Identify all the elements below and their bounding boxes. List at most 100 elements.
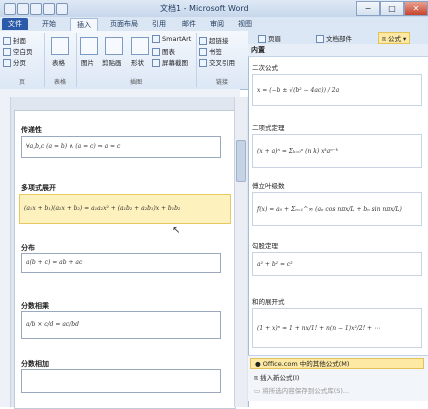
gallery-item-title-binomial: 二项式定理 <box>252 124 285 132</box>
cross-reference-button[interactable]: 交叉引用 <box>199 57 235 67</box>
blank-page-icon <box>3 48 11 56</box>
header-icon <box>258 35 266 43</box>
gallery-item-expansion[interactable]: (1 + x)ⁿ = 1 + nx/1! + n(n − 1)x²/2! + ⋯ <box>252 308 422 348</box>
hyperlink-button[interactable]: 超链接 <box>199 35 229 45</box>
page-break-button[interactable]: 分页 <box>3 57 26 67</box>
save-to-gallery-label: 将所选内容保存到公式库(S)... <box>262 387 350 395</box>
equation-transitivity[interactable]: ∀a,b,c (a = b) ∧ (a = c) ⇒ a = c <box>21 136 221 158</box>
title-bar: 文档1 - Microsoft Word − □ ✕ <box>0 0 428 18</box>
equation-label: 公式 <box>387 35 401 43</box>
word-app-icon[interactable] <box>4 3 16 15</box>
tab-mailings[interactable]: 邮件 <box>176 18 202 30</box>
equation-fraction-add[interactable] <box>21 369 221 393</box>
close-button[interactable]: ✕ <box>404 1 428 16</box>
gallery-item-title-expansion: 和的展开式 <box>252 298 285 306</box>
equation-polynomial[interactable]: (a₁x + b₁)(a₂x + b₂) = a₁a₂x² + (a₁b₂ + … <box>19 194 231 224</box>
shapes-label[interactable]: 形状 <box>131 57 144 67</box>
smartart-icon <box>152 35 160 43</box>
page-break-icon <box>3 59 11 67</box>
equation-distributive[interactable]: a(b + c) = ab + ac <box>21 253 221 273</box>
ribbon-right-strip: 页眉 文档部件 π 公式 ▾ <box>248 31 428 45</box>
equation-button[interactable]: π 公式 ▾ <box>378 32 411 44</box>
save-gallery-icon: ▭ <box>254 387 263 395</box>
insert-new-equation-item[interactable]: π 插入新公式(I) <box>254 372 299 382</box>
tab-insert[interactable]: 插入 <box>70 18 98 31</box>
tab-page-layout[interactable]: 页面布局 <box>104 18 144 30</box>
ribbon-tabs: 文件 开始 插入 页面布局 引用 邮件 审阅 视图 <box>0 17 428 32</box>
tab-references[interactable]: 引用 <box>146 18 172 30</box>
hyperlink-label: 超链接 <box>209 37 229 45</box>
tab-view[interactable]: 视图 <box>232 18 258 30</box>
chart-button[interactable]: 图表 <box>152 46 175 56</box>
gallery-header: 内置 <box>248 44 428 57</box>
table-icon[interactable] <box>51 37 69 55</box>
blank-page-button[interactable]: 空白页 <box>3 46 33 56</box>
table-button-label[interactable]: 表格 <box>52 57 65 67</box>
screenshot-icon <box>152 59 160 67</box>
section-title-transitivity: 传递性 <box>21 126 42 134</box>
minimize-button[interactable]: − <box>356 1 380 16</box>
section-title-fraction-add: 分数相加 <box>21 360 49 368</box>
cross-reference-label: 交叉引用 <box>209 59 235 67</box>
office-icon: ● <box>255 360 263 368</box>
gallery-item-fourier[interactable]: f(x) = a₀ + Σₙ₌₁^∞ (aₙ cos nπx/L + bₙ si… <box>252 192 422 226</box>
gallery-item-binomial[interactable]: (x + a)ⁿ = Σₖ₌₀ⁿ (n k) xᵏaⁿ⁻ᵏ <box>252 134 422 168</box>
maximize-button[interactable]: □ <box>380 1 404 16</box>
table-group-label: 表格 <box>53 79 66 86</box>
gallery-item-title-fourier: 傅立叶级数 <box>252 182 285 190</box>
smartart-label: SmartArt <box>162 35 192 43</box>
table-group: 表格 表格 <box>44 33 77 87</box>
office-more-equations-label: Office.com 中的其他公式(M) <box>262 360 350 368</box>
open-folder-icon[interactable] <box>56 3 68 15</box>
gallery-footer: ● Office.com 中的其他公式(M) π 插入新公式(I) ▭ 将所选内… <box>248 355 428 401</box>
picture-icon[interactable] <box>80 37 98 55</box>
gallery-item-title-pythagorean: 勾股定理 <box>252 242 278 250</box>
header-button[interactable]: 页眉 <box>258 33 281 43</box>
bookmark-button[interactable]: 书签 <box>199 46 222 56</box>
bookmark-label: 书签 <box>209 48 222 56</box>
document-page[interactable]: 传递性 ∀a,b,c (a = b) ∧ (a = c) ⇒ a = c 多项式… <box>14 110 236 409</box>
tab-review[interactable]: 审阅 <box>204 18 230 30</box>
clip-art-icon[interactable] <box>105 37 123 55</box>
pages-group: 封面 空白页 分页 页 <box>0 33 45 87</box>
save-to-gallery-item[interactable]: ▭ 将所选内容保存到公式库(S)... <box>254 385 349 395</box>
undo-icon[interactable] <box>30 3 42 15</box>
screenshot-button[interactable]: 屏幕截图 <box>152 57 188 67</box>
insert-new-equation-label: 插入新公式(I) <box>259 374 300 382</box>
chart-icon <box>152 48 160 56</box>
quick-parts-icon <box>316 35 324 43</box>
illustrations-group-label: 插图 <box>129 79 142 86</box>
illustrations-group: 图片 剪贴画 形状 SmartArt 图表 屏幕截图 插图 <box>76 33 197 87</box>
chart-label: 图表 <box>162 48 175 56</box>
shapes-icon[interactable] <box>131 37 149 55</box>
quick-parts-button[interactable]: 文档部件 <box>316 33 352 43</box>
redo-icon[interactable] <box>43 3 55 15</box>
gallery-item-pythagorean[interactable]: a² + b² = c² <box>252 252 422 276</box>
cover-page-button[interactable]: 封面 <box>3 35 26 45</box>
page-break-label: 分页 <box>13 59 26 67</box>
clip-art-label[interactable]: 剪贴画 <box>102 57 122 67</box>
cover-page-label: 封面 <box>13 37 26 45</box>
tab-file[interactable]: 文件 <box>2 18 28 30</box>
header-label: 页眉 <box>268 35 281 43</box>
section-title-distributive: 分布 <box>21 244 35 252</box>
cross-reference-icon <box>199 59 207 67</box>
tab-home[interactable]: 开始 <box>36 18 62 30</box>
smartart-button[interactable]: SmartArt <box>152 35 191 43</box>
links-group-label: 链接 <box>215 79 228 86</box>
blank-page-label: 空白页 <box>13 48 33 56</box>
gallery-item-title-quadratic: 二次公式 <box>252 64 278 72</box>
section-title-fraction-multiply: 分数相乘 <box>21 302 49 310</box>
links-group: 超链接 书签 交叉引用 链接 <box>196 33 248 87</box>
mouse-cursor-icon: ↖ <box>172 225 181 236</box>
picture-label[interactable]: 图片 <box>81 57 94 67</box>
scrollbar-thumb[interactable] <box>236 140 246 182</box>
equation-fraction-multiply[interactable]: a/b × c/d = ac/bd <box>21 311 221 339</box>
save-icon[interactable] <box>17 3 29 15</box>
cover-page-icon <box>3 37 11 45</box>
office-more-equations-item[interactable]: ● Office.com 中的其他公式(M) <box>250 358 424 369</box>
vertical-ruler <box>0 97 11 407</box>
gallery-item-quadratic[interactable]: x = (−b ± √(b² − 4ac)) / 2a <box>252 74 422 106</box>
bookmark-icon <box>199 48 207 56</box>
section-title-polynomial: 多项式展开 <box>21 184 56 192</box>
